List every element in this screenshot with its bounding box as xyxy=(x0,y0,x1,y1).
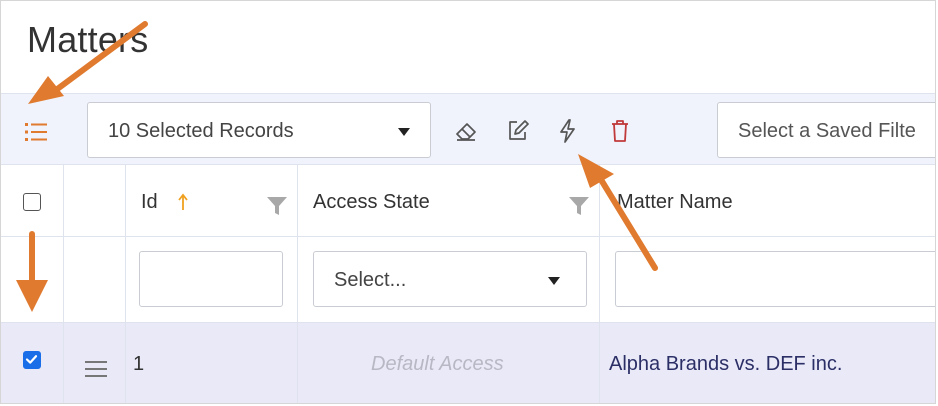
column-header-matter-name[interactable]: Matter Name xyxy=(617,191,733,214)
list-icon[interactable] xyxy=(23,122,51,142)
column-divider xyxy=(297,165,298,403)
drag-handle-icon[interactable] xyxy=(85,361,107,377)
column-header-id[interactable]: Id xyxy=(141,191,158,214)
column-divider xyxy=(63,165,64,403)
access-state-filter-value: Select... xyxy=(334,269,407,291)
lightning-icon[interactable] xyxy=(555,118,581,144)
row-matter-name[interactable]: Alpha Brands vs. DEF inc. xyxy=(609,353,842,376)
eraser-icon[interactable] xyxy=(453,118,479,144)
table-row[interactable]: 1 Default Access Alpha Brands vs. DEF in… xyxy=(1,323,935,403)
saved-filter-select[interactable]: Select a Saved Filte xyxy=(717,102,935,158)
trash-icon[interactable] xyxy=(607,118,633,144)
matters-panel: Matters 10 Selected Records Select a Sav… xyxy=(0,0,936,404)
column-header-access-state[interactable]: Access State xyxy=(313,191,430,214)
matters-grid: Id Access State Matter Name 1 Default Ac… xyxy=(1,165,935,403)
edit-icon[interactable] xyxy=(505,118,531,144)
header-row: Id Access State Matter Name xyxy=(1,165,935,237)
select-all-checkbox[interactable] xyxy=(23,193,41,211)
column-divider xyxy=(125,165,126,403)
saved-filter-placeholder: Select a Saved Filte xyxy=(738,120,916,142)
row-id: 1 xyxy=(133,353,145,375)
access-state-filter-select[interactable]: Select... xyxy=(313,251,587,307)
chevron-down-icon xyxy=(398,128,410,136)
records-select[interactable]: 10 Selected Records xyxy=(87,102,431,158)
row-checkbox[interactable] xyxy=(23,351,41,369)
row-access-state: Default Access xyxy=(371,353,504,375)
column-divider xyxy=(599,165,600,403)
chevron-down-icon xyxy=(548,277,560,285)
toolbar: 10 Selected Records Select a Saved Filte xyxy=(1,93,935,165)
sort-ascending-icon[interactable] xyxy=(177,193,189,211)
records-select-value: 10 Selected Records xyxy=(108,120,294,142)
filter-funnel-icon[interactable] xyxy=(569,197,589,215)
matter-name-filter-input[interactable] xyxy=(615,251,935,307)
page-title: Matters xyxy=(27,19,149,60)
filter-funnel-icon[interactable] xyxy=(267,197,287,215)
id-filter-input[interactable] xyxy=(139,251,283,307)
